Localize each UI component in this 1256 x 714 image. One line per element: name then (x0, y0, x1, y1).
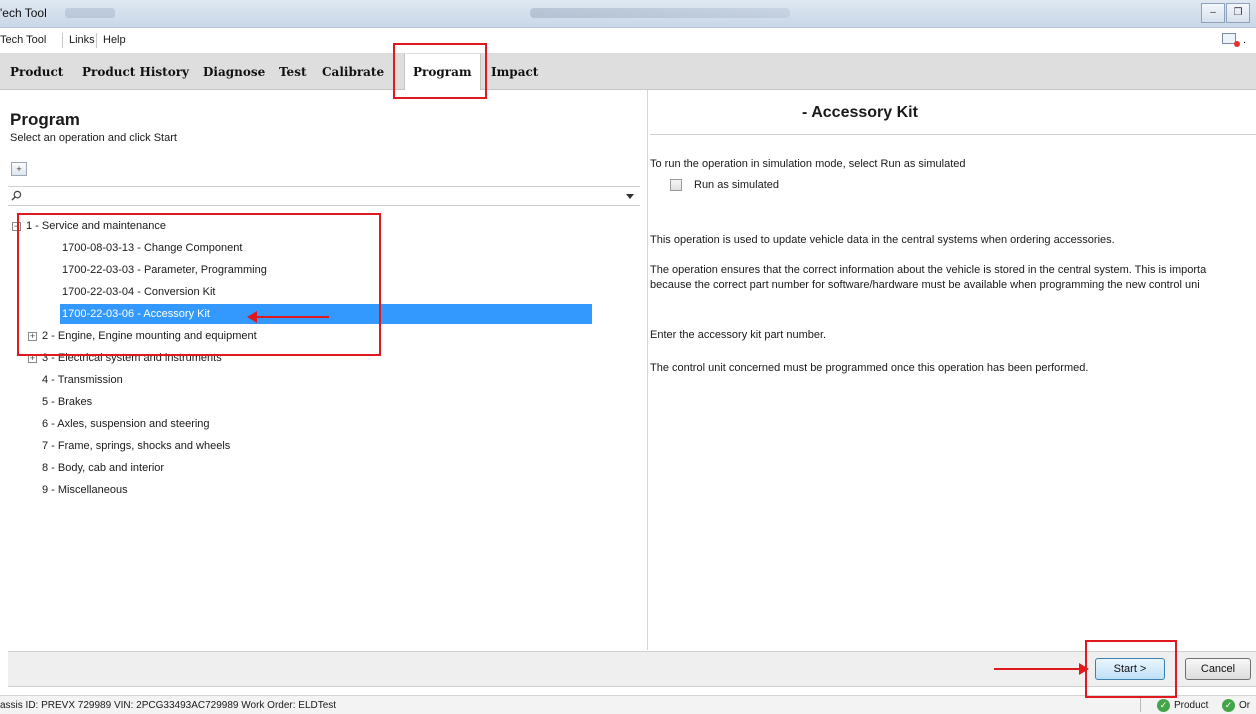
operation-description: This operation is used to update vehicle… (650, 234, 1115, 246)
search-bar (8, 186, 640, 206)
chevron-down-icon[interactable] (626, 194, 634, 199)
divider (650, 134, 1256, 135)
main-tab-bar: Product Product History Diagnose Test Ca… (0, 54, 1256, 90)
tree-node-engine[interactable]: + 2 - Engine, Engine mounting and equipm… (28, 326, 428, 346)
menu-bar: Tech Tool Links Help . (0, 28, 1256, 54)
expand-icon[interactable]: + (28, 354, 37, 363)
tree-leaf-parameter-programming[interactable]: 1700-22-03-03 - Parameter, Programming (62, 260, 267, 280)
cancel-button[interactable]: Cancel (1185, 658, 1251, 680)
menu-separator (96, 33, 97, 48)
menu-separator (62, 33, 63, 48)
simulation-instruction: To run the operation in simulation mode,… (650, 158, 966, 170)
menu-tech-tool[interactable]: Tech Tool (0, 34, 46, 46)
tree-leaf-change-component[interactable]: 1700-08-03-13 - Change Component (62, 238, 242, 258)
tab-impact[interactable]: Impact (491, 54, 538, 90)
tree-node-axles[interactable]: 6 - Axles, suspension and steering (42, 414, 210, 434)
online-status: ✓ Or (1222, 699, 1250, 712)
tree-node-transmission[interactable]: 4 - Transmission (42, 370, 123, 390)
expand-all-button[interactable]: + (11, 162, 27, 176)
panel-title: Program (10, 110, 80, 129)
collapse-icon[interactable]: − (12, 222, 21, 231)
tab-product-history[interactable]: Product History (82, 54, 189, 90)
tree-leaf-conversion-kit[interactable]: 1700-22-03-04 - Conversion Kit (62, 282, 215, 302)
operation-detail-panel: - Accessory Kit To run the operation in … (650, 90, 1256, 650)
tree-node-brakes[interactable]: 5 - Brakes (42, 392, 92, 412)
programming-note: The control unit concerned must be progr… (650, 362, 1089, 374)
online-status-label: Or (1239, 700, 1251, 711)
expand-icon[interactable]: + (28, 332, 37, 341)
tab-calibrate[interactable]: Calibrate (322, 54, 384, 90)
window-title: 'ech Tool (0, 6, 47, 20)
operation-list-panel: Program Select an operation and click St… (8, 90, 648, 650)
tree-node-label: 2 - Engine, Engine mounting and equipmen… (42, 330, 257, 342)
menu-links[interactable]: Links (69, 34, 95, 46)
product-status-label: Product (1174, 700, 1209, 711)
operation-description-2b: because the correct part number for soft… (650, 279, 1200, 291)
operation-description-2a: The operation ensures that the correct i… (650, 264, 1207, 276)
menu-help[interactable]: Help (103, 34, 126, 46)
title-bar: 'ech Tool – ❐ (0, 0, 1256, 28)
action-bar: Start > Cancel (8, 651, 1256, 687)
restore-button[interactable]: ❐ (1226, 3, 1250, 23)
status-separator (1140, 698, 1141, 712)
tree-node-frame[interactable]: 7 - Frame, springs, shocks and wheels (42, 436, 230, 456)
status-bar: assis ID: PREVX 729989 VIN: 2PCG33493AC7… (0, 695, 1256, 714)
tree-node-service-maintenance[interactable]: − 1 - Service and maintenance (12, 216, 412, 236)
start-button[interactable]: Start > (1095, 658, 1165, 680)
minimize-button[interactable]: – (1201, 3, 1225, 23)
search-icon (11, 190, 22, 201)
vehicle-info: assis ID: PREVX 729989 VIN: 2PCG33493AC7… (0, 700, 337, 711)
window-controls: – ❐ (1201, 3, 1250, 23)
tree-node-electrical[interactable]: + 3 - Electrical system and instruments (28, 348, 428, 368)
search-input[interactable] (26, 189, 606, 204)
tab-test[interactable]: Test (279, 54, 307, 90)
run-as-simulated-checkbox[interactable] (670, 179, 682, 191)
tab-product[interactable]: Product (10, 54, 63, 90)
tree-node-label: 3 - Electrical system and instruments (42, 352, 222, 364)
blurred-window-caption (530, 8, 790, 18)
panel-subtitle: Select an operation and click Start (10, 132, 177, 144)
tree-node-body[interactable]: 8 - Body, cab and interior (42, 458, 164, 478)
check-icon: ✓ (1157, 699, 1170, 712)
tab-program[interactable]: Program (404, 54, 481, 90)
quick-access-toolbar (65, 8, 115, 18)
tree-leaf-accessory-kit[interactable]: 1700-22-03-06 - Accessory Kit (60, 304, 592, 324)
tree-node-label: 1 - Service and maintenance (26, 220, 167, 232)
part-number-instruction: Enter the accessory kit part number. (650, 329, 827, 341)
check-icon: ✓ (1222, 699, 1235, 712)
tab-diagnose[interactable]: Diagnose (203, 54, 265, 90)
tree-node-miscellaneous[interactable]: 9 - Miscellaneous (42, 480, 128, 500)
operation-title: - Accessory Kit (802, 104, 918, 121)
message-indicator: . (1242, 34, 1246, 46)
run-as-simulated-label: Run as simulated (694, 179, 779, 191)
product-status: ✓ Product (1157, 699, 1208, 712)
message-icon[interactable] (1222, 33, 1240, 47)
